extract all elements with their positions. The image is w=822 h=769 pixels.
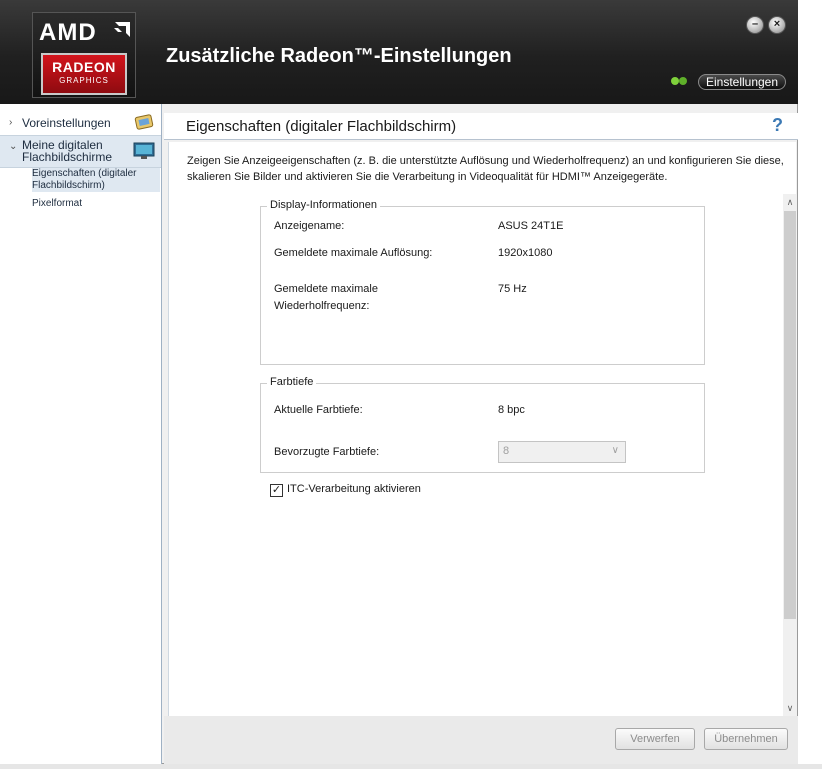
max-refresh-label: Gemeldete maximale Wiederholfrequenz: (274, 283, 378, 312)
sidebar-item-label: Voreinstellungen (22, 116, 111, 130)
scroll-down-icon[interactable]: ∨ (783, 700, 797, 716)
radeon-badge: RADEON GRAPHICS (41, 53, 127, 95)
sidebar-item-label: Meine digitalen Flachbildschirme (22, 138, 113, 164)
display-name-label: Anzeigename: (274, 220, 345, 232)
connection-icon (671, 77, 687, 85)
amd-arrow-icon (114, 22, 130, 37)
sidebar-item-displays[interactable]: ⌄ Meine digitalen Flachbildschirme (0, 136, 161, 168)
chevron-down-icon: ⌄ (9, 141, 18, 152)
monitor-icon (133, 142, 155, 159)
scroll-thumb[interactable] (784, 211, 796, 619)
preferred-depth-select[interactable]: 8 ∨ (498, 441, 626, 463)
preferred-depth-value: 8 (503, 445, 510, 457)
logo-text: AMD (39, 19, 97, 46)
color-depth-group: Farbtiefe Aktuelle Farbtiefe: 8 bpc Bevo… (260, 376, 705, 473)
apply-button[interactable]: Übernehmen (704, 728, 788, 750)
badge-line1: RADEON (52, 59, 116, 75)
page-title: Eigenschaften (digitaler Flachbildschirm… (186, 118, 457, 135)
itc-label[interactable]: ITC-Verarbeitung aktivieren (287, 483, 421, 495)
display-name-value: ASUS 24T1E (498, 220, 564, 232)
app-title: Zusätzliche Radeon™-Einstellungen (166, 45, 512, 67)
sidebar: › Voreinstellungen ⌄ Meine digitalen Fla… (0, 104, 162, 764)
max-refresh-value: 75 Hz (498, 283, 527, 295)
close-button[interactable]: × (768, 16, 786, 34)
header-bar: AMD RADEON GRAPHICS Zusätzliche Radeon™-… (0, 0, 798, 104)
amd-radeon-logo: AMD RADEON GRAPHICS (32, 12, 136, 98)
current-depth-label: Aktuelle Farbtiefe: (274, 404, 363, 416)
sidebar-subitem-pixelformat[interactable]: Pixelformat (32, 198, 82, 210)
chevron-right-icon: › (9, 117, 13, 128)
help-icon[interactable]: ? (772, 115, 783, 136)
chevron-down-icon: ∨ (611, 445, 619, 456)
scroll-up-icon[interactable]: ∧ (783, 194, 797, 210)
settings-button[interactable]: Einstellungen (698, 74, 786, 90)
max-resolution-value: 1920x1080 (498, 247, 553, 259)
group-title: Display-Informationen (267, 199, 380, 211)
page-header: Eigenschaften (digitaler Flachbildschirm… (164, 113, 798, 140)
group-title: Farbtiefe (267, 376, 317, 388)
max-resolution-label: Gemeldete maximale Auflösung: (274, 247, 433, 259)
footer-bar: Verwerfen Übernehmen (164, 716, 798, 764)
display-info-group: Display-Informationen Anzeigename: ASUS … (260, 199, 705, 365)
desktop-background (0, 764, 822, 769)
presets-icon (134, 114, 154, 130)
current-depth-value: 8 bpc (498, 404, 525, 416)
discard-button[interactable]: Verwerfen (615, 728, 695, 750)
preferred-depth-label: Bevorzugte Farbtiefe: (274, 446, 380, 458)
page-description: Zeigen Sie Anzeigeeigenschaften (z. B. d… (187, 155, 784, 183)
sidebar-item-presets[interactable]: › Voreinstellungen (0, 110, 161, 136)
minimize-button[interactable]: – (746, 16, 764, 34)
badge-line2: GRAPHICS (59, 76, 109, 85)
vertical-scrollbar[interactable]: ∧ ∨ (783, 194, 797, 716)
app-window: AMD RADEON GRAPHICS Zusätzliche Radeon™-… (0, 0, 798, 764)
itc-checkbox[interactable]: ✓ (270, 484, 283, 497)
content-panel: Zeigen Sie Anzeigeeigenschaften (z. B. d… (168, 142, 797, 716)
sidebar-subitem-properties[interactable]: Eigenschaften (digitaler Flachbildschirm… (32, 168, 160, 192)
